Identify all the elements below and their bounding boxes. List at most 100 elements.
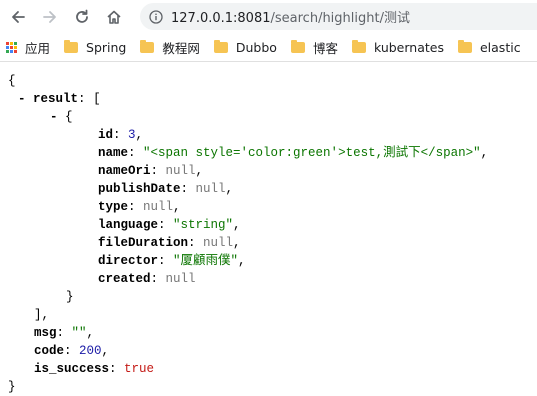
comma: , <box>480 146 489 160</box>
url-text[interactable]: 127.0.0.1:8081/search/highlight/测试 <box>171 7 410 26</box>
bookmarks-bar: 应用 Spring 教程网 Dubbo 博客 kubernates elasti… <box>0 33 537 62</box>
result-open-bracket: [ <box>93 92 101 106</box>
url-path: /search/highlight/测试 <box>270 11 410 26</box>
comma: , <box>238 254 246 268</box>
field-value: "string" <box>173 218 234 232</box>
msg-value: "" <box>71 326 87 340</box>
root-open-brace: { <box>8 74 16 88</box>
json-field-row: msg: "", <box>34 324 94 342</box>
json-field-row: type: null, <box>98 198 181 216</box>
bookmark-blog[interactable]: 博客 <box>285 35 344 59</box>
folder-icon <box>140 39 155 53</box>
field-key: created <box>98 272 151 286</box>
json-field-row: language: "string", <box>98 216 241 234</box>
bookmark-kubernates[interactable]: kubernates <box>346 35 450 59</box>
is-success-key: is_success <box>34 362 110 376</box>
field-key: nameOri <box>98 164 151 178</box>
json-viewer: { - result: [ - { id: 3, name: "<span st… <box>0 62 537 394</box>
forward-button[interactable] <box>36 3 64 31</box>
browser-toolbar: 127.0.0.1:8081/search/highlight/测试 <box>0 0 537 33</box>
bookmark-dubbo[interactable]: Dubbo <box>208 35 283 59</box>
bookmark-spring[interactable]: Spring <box>58 35 132 59</box>
code-value: 200 <box>79 344 102 358</box>
result-close-bracket: ], <box>34 308 50 322</box>
field-value: null <box>203 236 234 250</box>
folder-icon <box>64 39 79 53</box>
bookmark-apps[interactable]: 应用 <box>0 35 56 59</box>
comma: , <box>233 236 241 250</box>
collapse-toggle-result[interactable]: - <box>18 92 26 106</box>
json-field-row: publishDate: null, <box>98 180 233 198</box>
field-value: 3 <box>128 128 136 142</box>
folder-icon <box>457 39 472 53</box>
msg-key: msg <box>34 326 57 340</box>
reload-button[interactable] <box>68 3 96 31</box>
colon: : <box>64 344 80 358</box>
root-close-brace: } <box>8 380 16 394</box>
home-button[interactable] <box>100 3 128 31</box>
comma: , <box>233 218 241 232</box>
json-field-row: nameOri: null, <box>98 162 203 180</box>
home-icon <box>107 10 121 24</box>
folder-icon <box>351 39 366 53</box>
folder-icon <box>213 39 228 53</box>
bookmark-label: kubernates <box>373 39 444 55</box>
bookmark-label: 博客 <box>312 40 338 56</box>
colon: : <box>150 272 166 286</box>
field-value: null <box>143 200 174 214</box>
colon: : <box>180 182 196 196</box>
comma: , <box>225 182 234 196</box>
json-field-row: code: 200, <box>34 342 109 360</box>
colon: : <box>158 218 174 232</box>
comma: , <box>195 164 204 178</box>
result-key: result <box>33 92 79 106</box>
colon: : <box>188 236 204 250</box>
field-key: language <box>98 218 159 232</box>
json-field-row: id: 3, <box>98 126 143 144</box>
colon: : <box>158 254 174 268</box>
json-field-row: name: "<span style='color:green'>test,測試… <box>98 144 488 162</box>
colon: : <box>109 362 125 376</box>
field-key: publishDate <box>98 182 181 196</box>
json-field-row: director: "厦顧雨僕", <box>98 252 246 270</box>
address-bar[interactable]: 127.0.0.1:8081/search/highlight/测试 <box>140 3 537 30</box>
comma: , <box>86 326 95 340</box>
back-button[interactable] <box>4 3 32 31</box>
info-icon[interactable] <box>149 9 163 24</box>
is-success-value: true <box>124 362 155 376</box>
bookmark-label: elastic <box>479 39 521 55</box>
field-key: type <box>98 200 129 214</box>
bookmark-label: 应用 <box>25 40 51 56</box>
colon: : <box>113 128 129 142</box>
json-field-row: is_success: true <box>34 360 154 378</box>
field-key: name <box>98 146 129 160</box>
folder-icon <box>290 39 305 53</box>
comma: , <box>101 344 110 358</box>
item-close-brace: } <box>66 290 74 304</box>
colon: : <box>128 146 144 160</box>
colon: : <box>150 164 166 178</box>
comma: , <box>173 200 181 214</box>
url-host: 127.0.0.1:8081 <box>171 11 271 26</box>
bookmark-elastic[interactable]: elastic <box>452 35 527 59</box>
bookmark-tutorial[interactable]: 教程网 <box>134 35 206 59</box>
field-value: "厦顧雨僕" <box>173 254 239 268</box>
field-key: director <box>98 254 159 268</box>
item-row: - { <box>50 108 73 126</box>
bookmark-label: Spring <box>86 39 127 55</box>
field-key: fileDuration <box>98 236 189 250</box>
field-value: null <box>165 164 196 178</box>
json-field-row: created: null <box>98 270 196 288</box>
code-key: code <box>34 344 65 358</box>
collapse-toggle-item[interactable]: - <box>50 110 58 124</box>
field-key: id <box>98 128 114 142</box>
apps-grid-icon <box>6 41 17 53</box>
item-open-brace: { <box>65 110 73 124</box>
json-field-row: fileDuration: null, <box>98 234 241 252</box>
result-row: - result: [ <box>18 90 101 108</box>
colon: : <box>128 200 144 214</box>
field-value: null <box>165 272 196 286</box>
field-value: "<span style='color:green'>test,測試下</spa… <box>143 146 481 160</box>
field-value: null <box>195 182 226 196</box>
comma: , <box>135 128 144 142</box>
